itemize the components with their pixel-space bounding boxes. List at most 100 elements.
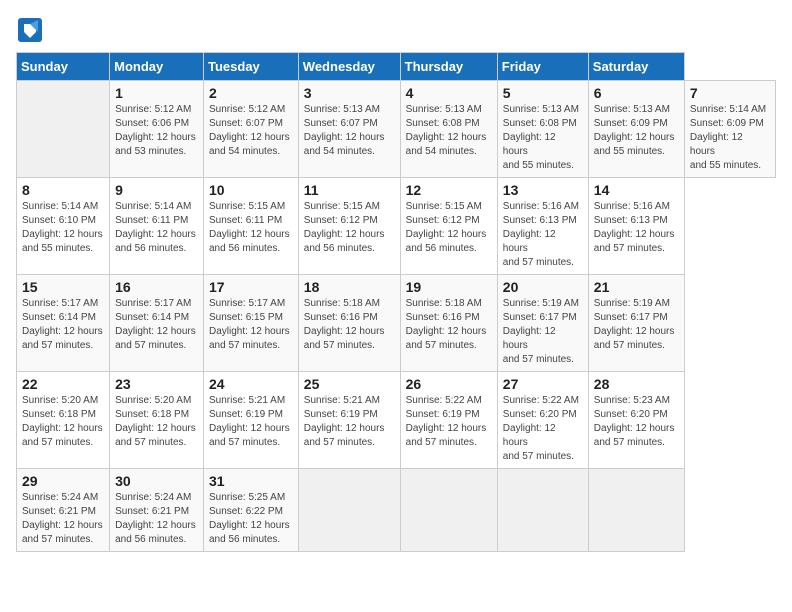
- day-number: 16: [115, 279, 198, 295]
- calendar-cell: 14 Sunrise: 5:16 AM Sunset: 6:13 PM Dayli…: [588, 178, 684, 275]
- calendar-day-header: Saturday: [588, 53, 684, 81]
- calendar-week-row: 29 Sunrise: 5:24 AM Sunset: 6:21 PM Dayli…: [17, 469, 776, 552]
- day-number: 1: [115, 85, 198, 101]
- calendar-cell: 12 Sunrise: 5:15 AM Sunset: 6:12 PM Dayli…: [400, 178, 497, 275]
- day-number: 8: [22, 182, 104, 198]
- day-info: Sunrise: 5:25 AM Sunset: 6:22 PM Dayligh…: [209, 491, 293, 547]
- day-info: Sunrise: 5:13 AM Sunset: 6:08 PM Dayligh…: [406, 103, 492, 159]
- calendar-cell: 28 Sunrise: 5:23 AM Sunset: 6:20 PM Dayli…: [588, 372, 684, 469]
- day-number: 4: [406, 85, 492, 101]
- header: [16, 16, 776, 44]
- day-number: 14: [594, 182, 679, 198]
- calendar-cell: [400, 469, 497, 552]
- day-number: 6: [594, 85, 679, 101]
- calendar-cell: 1 Sunrise: 5:12 AM Sunset: 6:06 PM Daylig…: [110, 81, 204, 178]
- day-info: Sunrise: 5:18 AM Sunset: 6:16 PM Dayligh…: [406, 297, 492, 353]
- calendar-cell: 11 Sunrise: 5:15 AM Sunset: 6:12 PM Dayli…: [298, 178, 400, 275]
- day-number: 11: [304, 182, 395, 198]
- day-info: Sunrise: 5:22 AM Sunset: 6:19 PM Dayligh…: [406, 394, 492, 450]
- day-number: 23: [115, 376, 198, 392]
- day-info: Sunrise: 5:14 AM Sunset: 6:11 PM Dayligh…: [115, 200, 198, 256]
- day-number: 20: [503, 279, 583, 295]
- calendar-header-row: SundayMondayTuesdayWednesdayThursdayFrid…: [17, 53, 776, 81]
- day-info: Sunrise: 5:14 AM Sunset: 6:09 PM Dayligh…: [690, 103, 770, 173]
- calendar-cell: 15 Sunrise: 5:17 AM Sunset: 6:14 PM Dayli…: [17, 275, 110, 372]
- calendar-week-row: 22 Sunrise: 5:20 AM Sunset: 6:18 PM Dayli…: [17, 372, 776, 469]
- day-info: Sunrise: 5:13 AM Sunset: 6:08 PM Dayligh…: [503, 103, 583, 173]
- calendar-cell: 30 Sunrise: 5:24 AM Sunset: 6:21 PM Dayli…: [110, 469, 204, 552]
- day-info: Sunrise: 5:13 AM Sunset: 6:07 PM Dayligh…: [304, 103, 395, 159]
- day-number: 22: [22, 376, 104, 392]
- day-number: 21: [594, 279, 679, 295]
- calendar-table: SundayMondayTuesdayWednesdayThursdayFrid…: [16, 52, 776, 552]
- day-info: Sunrise: 5:16 AM Sunset: 6:13 PM Dayligh…: [503, 200, 583, 270]
- day-info: Sunrise: 5:15 AM Sunset: 6:12 PM Dayligh…: [406, 200, 492, 256]
- day-number: 17: [209, 279, 293, 295]
- calendar-cell: 31 Sunrise: 5:25 AM Sunset: 6:22 PM Dayli…: [204, 469, 299, 552]
- day-number: 25: [304, 376, 395, 392]
- day-number: 12: [406, 182, 492, 198]
- day-info: Sunrise: 5:24 AM Sunset: 6:21 PM Dayligh…: [22, 491, 104, 547]
- calendar-day-header: Thursday: [400, 53, 497, 81]
- calendar-cell: 22 Sunrise: 5:20 AM Sunset: 6:18 PM Dayli…: [17, 372, 110, 469]
- day-number: 28: [594, 376, 679, 392]
- logo-icon: [16, 16, 44, 44]
- calendar-cell: 6Sunrise: 5:13 AM Sunset: 6:09 PM Daylig…: [588, 81, 684, 178]
- day-info: Sunrise: 5:24 AM Sunset: 6:21 PM Dayligh…: [115, 491, 198, 547]
- calendar-cell: [588, 469, 684, 552]
- calendar-cell: 27Sunrise: 5:22 AM Sunset: 6:20 PM Dayli…: [497, 372, 588, 469]
- calendar-cell: 9 Sunrise: 5:14 AM Sunset: 6:11 PM Daylig…: [110, 178, 204, 275]
- day-info: Sunrise: 5:16 AM Sunset: 6:13 PM Dayligh…: [594, 200, 679, 256]
- day-info: Sunrise: 5:17 AM Sunset: 6:14 PM Dayligh…: [115, 297, 198, 353]
- day-number: 26: [406, 376, 492, 392]
- day-number: 29: [22, 473, 104, 489]
- day-number: 15: [22, 279, 104, 295]
- day-info: Sunrise: 5:20 AM Sunset: 6:18 PM Dayligh…: [115, 394, 198, 450]
- day-info: Sunrise: 5:18 AM Sunset: 6:16 PM Dayligh…: [304, 297, 395, 353]
- day-number: 2: [209, 85, 293, 101]
- calendar-cell: 7 Sunrise: 5:14 AM Sunset: 6:09 PM Daylig…: [684, 81, 775, 178]
- calendar-day-header: Tuesday: [204, 53, 299, 81]
- day-number: 24: [209, 376, 293, 392]
- calendar-cell: 10 Sunrise: 5:15 AM Sunset: 6:11 PM Dayli…: [204, 178, 299, 275]
- day-info: Sunrise: 5:19 AM Sunset: 6:17 PM Dayligh…: [594, 297, 679, 353]
- calendar-cell: 18Sunrise: 5:18 AM Sunset: 6:16 PM Dayli…: [298, 275, 400, 372]
- calendar-day-header: Sunday: [17, 53, 110, 81]
- calendar-week-row: 8Sunrise: 5:14 AM Sunset: 6:10 PM Daylig…: [17, 178, 776, 275]
- calendar-cell: 26 Sunrise: 5:22 AM Sunset: 6:19 PM Dayli…: [400, 372, 497, 469]
- calendar-week-row: 1 Sunrise: 5:12 AM Sunset: 6:06 PM Daylig…: [17, 81, 776, 178]
- day-number: 9: [115, 182, 198, 198]
- calendar-cell: 3Sunrise: 5:13 AM Sunset: 6:07 PM Daylig…: [298, 81, 400, 178]
- day-number: 10: [209, 182, 293, 198]
- calendar-cell: 21 Sunrise: 5:19 AM Sunset: 6:17 PM Dayli…: [588, 275, 684, 372]
- calendar-cell: [298, 469, 400, 552]
- day-number: 7: [690, 85, 770, 101]
- calendar-week-row: 15 Sunrise: 5:17 AM Sunset: 6:14 PM Dayli…: [17, 275, 776, 372]
- day-number: 30: [115, 473, 198, 489]
- day-info: Sunrise: 5:15 AM Sunset: 6:12 PM Dayligh…: [304, 200, 395, 256]
- day-info: Sunrise: 5:12 AM Sunset: 6:06 PM Dayligh…: [115, 103, 198, 159]
- calendar-cell: 25 Sunrise: 5:21 AM Sunset: 6:19 PM Dayli…: [298, 372, 400, 469]
- day-number: 31: [209, 473, 293, 489]
- day-info: Sunrise: 5:21 AM Sunset: 6:19 PM Dayligh…: [304, 394, 395, 450]
- day-info: Sunrise: 5:17 AM Sunset: 6:14 PM Dayligh…: [22, 297, 104, 353]
- day-info: Sunrise: 5:19 AM Sunset: 6:17 PM Dayligh…: [503, 297, 583, 367]
- calendar-day-header: Friday: [497, 53, 588, 81]
- calendar-cell: 19 Sunrise: 5:18 AM Sunset: 6:16 PM Dayli…: [400, 275, 497, 372]
- day-info: Sunrise: 5:20 AM Sunset: 6:18 PM Dayligh…: [22, 394, 104, 450]
- calendar-cell: 29 Sunrise: 5:24 AM Sunset: 6:21 PM Dayli…: [17, 469, 110, 552]
- calendar-cell: 20 Sunrise: 5:19 AM Sunset: 6:17 PM Dayli…: [497, 275, 588, 372]
- day-info: Sunrise: 5:23 AM Sunset: 6:20 PM Dayligh…: [594, 394, 679, 450]
- calendar-cell: 5 Sunrise: 5:13 AM Sunset: 6:08 PM Daylig…: [497, 81, 588, 178]
- day-info: Sunrise: 5:17 AM Sunset: 6:15 PM Dayligh…: [209, 297, 293, 353]
- day-number: 13: [503, 182, 583, 198]
- calendar-cell: 8Sunrise: 5:14 AM Sunset: 6:10 PM Daylig…: [17, 178, 110, 275]
- day-number: 19: [406, 279, 492, 295]
- calendar-cell: 2 Sunrise: 5:12 AM Sunset: 6:07 PM Daylig…: [204, 81, 299, 178]
- day-info: Sunrise: 5:15 AM Sunset: 6:11 PM Dayligh…: [209, 200, 293, 256]
- day-number: 5: [503, 85, 583, 101]
- calendar-cell: 13 Sunrise: 5:16 AM Sunset: 6:13 PM Dayli…: [497, 178, 588, 275]
- calendar-cell: 23 Sunrise: 5:20 AM Sunset: 6:18 PM Dayli…: [110, 372, 204, 469]
- day-number: 27: [503, 376, 583, 392]
- day-info: Sunrise: 5:12 AM Sunset: 6:07 PM Dayligh…: [209, 103, 293, 159]
